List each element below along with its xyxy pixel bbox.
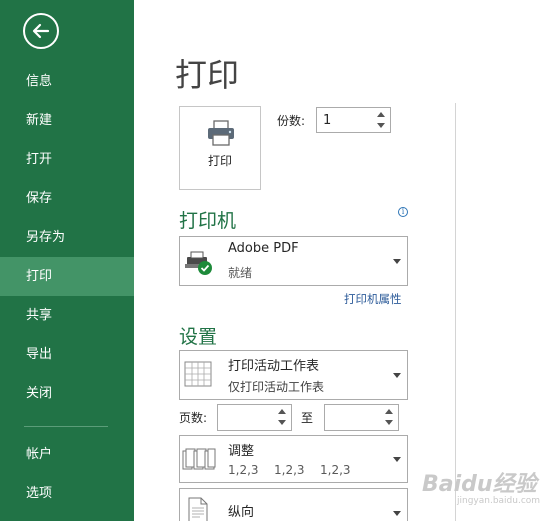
sidebar-item-account[interactable]: 帐户 bbox=[0, 435, 134, 474]
orientation-label: 纵向 bbox=[228, 505, 255, 520]
collate-seq-2: 1,2,3 bbox=[274, 463, 305, 477]
collate-seq-3: 1,2,3 bbox=[320, 463, 351, 477]
collate-seq-1: 1,2,3 bbox=[228, 463, 259, 477]
back-arrow-icon[interactable] bbox=[23, 13, 59, 49]
page-title: 打印 bbox=[175, 56, 240, 94]
sidebar-divider bbox=[24, 426, 108, 427]
watermark-logo: Baidu经验 bbox=[422, 472, 537, 497]
collate-label: 调整 bbox=[228, 444, 255, 459]
watermark-url: jingyan.baidu.com bbox=[457, 496, 541, 506]
spin-down-icon[interactable] bbox=[385, 420, 393, 425]
sidebar-item-info[interactable]: 信息 bbox=[0, 62, 134, 101]
copies-label: 份数: bbox=[277, 114, 306, 128]
sidebar-item-export[interactable]: 导出 bbox=[0, 335, 134, 374]
info-icon[interactable]: i bbox=[398, 207, 408, 217]
sidebar-item-options[interactable]: 选项 bbox=[0, 474, 134, 513]
print-button-label: 打印 bbox=[207, 154, 232, 168]
chevron-down-icon bbox=[393, 457, 401, 462]
printer-ready-icon bbox=[185, 251, 212, 275]
printer-properties-link[interactable]: 打印机属性 bbox=[344, 291, 402, 307]
pages-to-label: 至 bbox=[301, 411, 314, 425]
print-what-desc: 仅打印活动工作表 bbox=[228, 380, 325, 394]
printer-name: Adobe PDF bbox=[228, 241, 299, 256]
sidebar-item-share[interactable]: 共享 bbox=[0, 296, 134, 335]
chevron-down-icon bbox=[393, 511, 401, 516]
print-what-label: 打印活动工作表 bbox=[228, 359, 320, 374]
spin-up-icon[interactable] bbox=[385, 409, 393, 414]
spin-up-icon[interactable] bbox=[377, 112, 385, 117]
spin-down-icon[interactable] bbox=[377, 123, 385, 128]
pages-to-input[interactable] bbox=[324, 404, 399, 431]
settings-heading: 设置 bbox=[179, 326, 218, 348]
chevron-down-icon bbox=[393, 259, 401, 264]
pages-from-input[interactable] bbox=[217, 404, 292, 431]
pages-label: 页数: bbox=[179, 411, 208, 425]
printer-dropdown[interactable]: Adobe PDF 就绪 bbox=[179, 236, 408, 286]
spin-down-icon[interactable] bbox=[278, 420, 286, 425]
orientation-dropdown[interactable]: 纵向 bbox=[179, 488, 408, 521]
backstage-sidebar: 信息 新建 打开 保存 另存为 打印 共享 导出 关闭 帐户 选项 bbox=[0, 0, 134, 521]
sidebar-item-print[interactable]: 打印 bbox=[0, 257, 134, 296]
sidebar-item-close[interactable]: 关闭 bbox=[0, 374, 134, 413]
copies-stepper[interactable]: 1 bbox=[316, 107, 391, 133]
sidebar-item-save[interactable]: 保存 bbox=[0, 179, 134, 218]
printer-heading: 打印机 bbox=[179, 210, 237, 232]
printer-status: 就绪 bbox=[228, 266, 253, 280]
copies-spin[interactable] bbox=[372, 108, 390, 132]
chevron-down-icon bbox=[393, 373, 401, 378]
portrait-page-icon bbox=[188, 497, 208, 521]
sidebar-item-save-as[interactable]: 另存为 bbox=[0, 218, 134, 257]
sidebar-item-open[interactable]: 打开 bbox=[0, 140, 134, 179]
collate-dropdown[interactable]: 调整 1,2,3 1,2,3 1,2,3 bbox=[179, 435, 408, 483]
sidebar-item-new[interactable]: 新建 bbox=[0, 101, 134, 140]
preview-divider bbox=[455, 103, 456, 521]
copies-value: 1 bbox=[323, 113, 332, 128]
collate-pages-icon bbox=[182, 448, 216, 470]
print-what-dropdown[interactable]: 打印活动工作表 仅打印活动工作表 bbox=[179, 350, 408, 400]
worksheet-grid-icon bbox=[184, 361, 212, 387]
printer-icon bbox=[208, 120, 234, 146]
spin-up-icon[interactable] bbox=[278, 409, 286, 414]
print-button[interactable]: 打印 bbox=[179, 106, 261, 190]
